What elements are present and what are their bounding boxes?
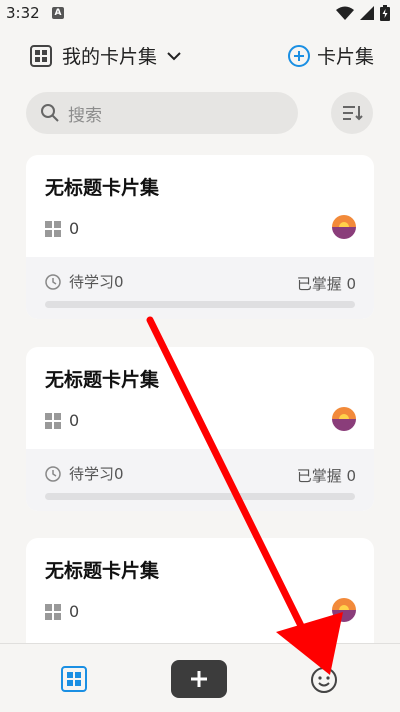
clock-icon [45,465,61,482]
pending-label: 待学习0 [69,465,124,483]
clock-icon [45,273,61,290]
add-card-set-label: 卡片集 [316,46,374,68]
grid-icon [30,44,52,67]
status-time: 3:32 [6,4,40,22]
sort-icon [343,106,363,121]
mastered-label: 已掌握 0 [296,275,356,293]
wifi-icon [336,6,354,20]
card-count: 0 [69,219,80,238]
status-icons [336,4,390,22]
cards-icon [45,220,61,237]
card-set-title: 无标题卡片集 [45,177,160,199]
sort-button[interactable] [331,92,373,134]
signal-icon [360,6,374,20]
card-progress-section: 待学习0 已掌握 0 [26,449,374,511]
add-card-set-button[interactable]: 卡片集 [287,42,374,69]
card-set-title: 无标题卡片集 [45,560,160,582]
cards-icon [45,603,61,620]
card-set-picker[interactable]: 我的卡片集 [30,42,181,69]
notification-a-icon: A [52,7,64,19]
status-bar: 3:32 A [0,0,400,26]
pending-label: 待学习0 [69,273,124,291]
search-icon [41,104,59,122]
set-title: 我的卡片集 [62,46,158,68]
avatar [332,215,356,239]
header: 我的卡片集 卡片集 [0,36,400,76]
add-circle-icon [287,44,310,67]
progress-bar [45,493,355,500]
search-input[interactable]: 搜索 [26,92,298,134]
smiley-icon [311,667,337,693]
search-placeholder: 搜索 [68,105,102,126]
card-progress-section: 待学习0 已掌握 0 [26,257,374,319]
card-set-item[interactable]: 无标题卡片集 0 待学习0 已掌握 0 [26,155,374,319]
plus-icon [191,671,207,687]
card-set-item[interactable]: 无标题卡片集 0 待学习0 已掌握 0 [26,347,374,511]
card-count: 0 [69,411,80,430]
avatar [332,407,356,431]
progress-bar [45,301,355,308]
mastered-label: 已掌握 0 [296,467,356,485]
bottom-nav [0,643,400,712]
card-count: 0 [69,602,80,621]
cards-icon [45,412,61,429]
grid-icon [61,666,87,692]
avatar [332,598,356,622]
nav-home-button[interactable] [61,666,87,696]
chevron-down-icon [167,51,181,60]
card-set-title: 无标题卡片集 [45,369,160,391]
add-button[interactable] [171,660,227,698]
battery-icon [380,5,390,21]
nav-profile-button[interactable] [310,666,338,698]
